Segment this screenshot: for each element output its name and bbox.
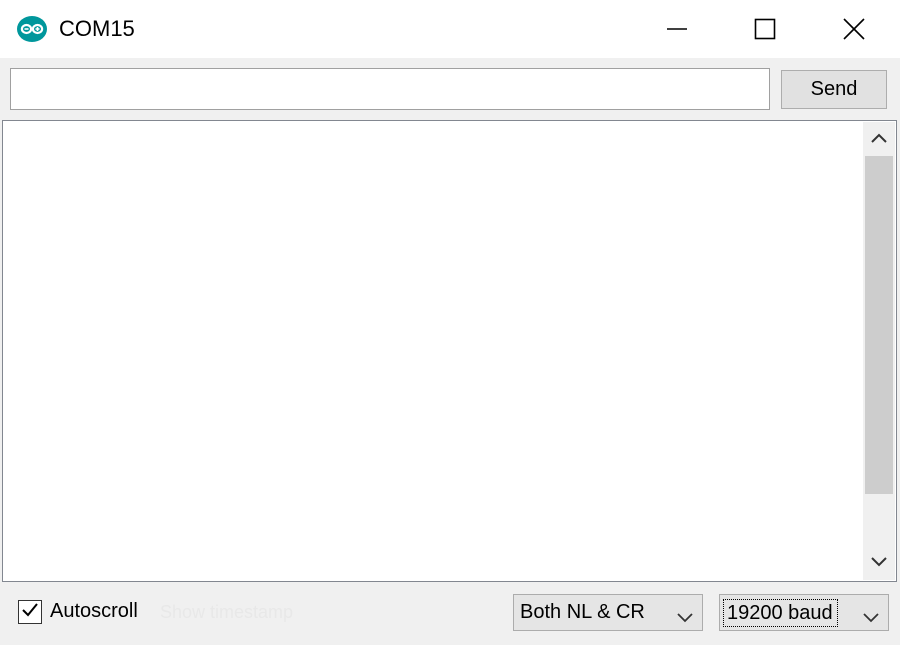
minimize-button[interactable]	[633, 0, 721, 58]
arduino-infinity-icon	[16, 15, 48, 43]
scroll-up-button[interactable]	[863, 122, 895, 156]
maximize-icon	[754, 18, 776, 40]
window-title: COM15	[59, 16, 135, 41]
checkmark-icon	[21, 601, 39, 624]
maximize-button[interactable]	[721, 0, 809, 58]
line-ending-select[interactable]: Both NL & CR	[513, 594, 703, 631]
baud-rate-select[interactable]: 19200 baud	[719, 594, 889, 631]
serial-output-area[interactable]	[2, 120, 897, 582]
minimize-icon	[666, 18, 688, 40]
timestamp-hint: Show timestamp	[160, 602, 294, 622]
baud-rate-value: 19200 baud	[723, 598, 838, 627]
serial-monitor-window: COM15 Send Autoscroll Show timestamp Bot…	[0, 0, 900, 645]
autoscroll-checkbox[interactable]	[18, 600, 42, 624]
chevron-down-icon	[871, 554, 887, 572]
chevron-up-icon	[871, 130, 887, 148]
serial-input-field[interactable]	[10, 68, 770, 110]
title-bar[interactable]: COM15	[0, 0, 900, 58]
send-button[interactable]: Send	[781, 70, 887, 109]
autoscroll-label[interactable]: Autoscroll	[50, 600, 138, 623]
scroll-down-button[interactable]	[863, 546, 895, 580]
vertical-scrollbar[interactable]	[863, 122, 895, 580]
chevron-down-icon	[677, 606, 693, 629]
line-ending-value: Both NL & CR	[520, 601, 645, 623]
chevron-down-icon	[863, 606, 879, 629]
scroll-thumb[interactable]	[865, 156, 893, 494]
close-icon	[842, 17, 866, 41]
close-button[interactable]	[810, 0, 898, 58]
